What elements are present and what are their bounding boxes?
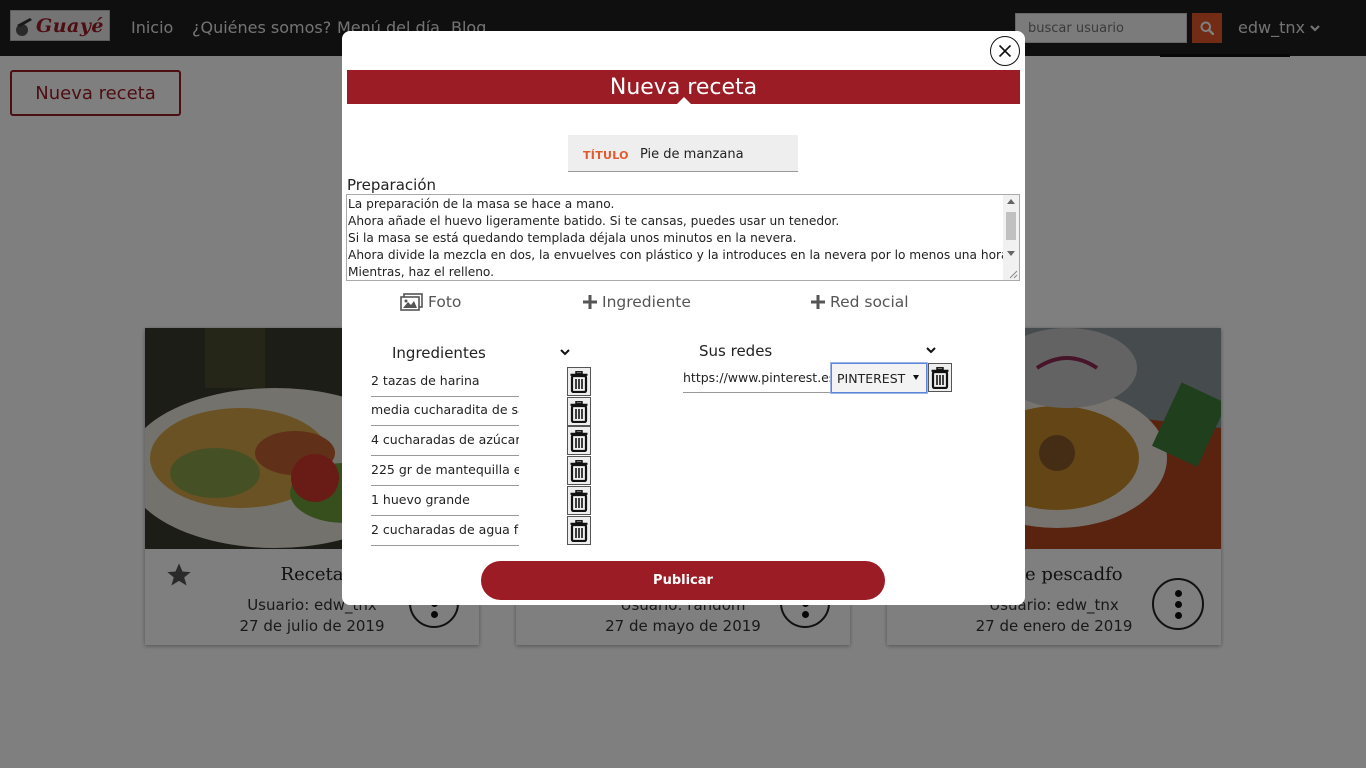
close-icon	[998, 44, 1012, 58]
add-ingredient-button[interactable]: Ingrediente	[583, 293, 691, 311]
preparation-line: Si la masa se está quedando templada déj…	[348, 231, 797, 245]
trash-icon	[570, 459, 588, 482]
scroll-down-arrow-icon[interactable]	[1007, 251, 1015, 256]
add-ingredient-label: Ingrediente	[602, 293, 691, 311]
header-notch	[677, 97, 691, 104]
chevron-down-icon[interactable]	[925, 345, 937, 355]
trash-icon	[570, 370, 588, 393]
delete-ingredient-button[interactable]	[567, 426, 591, 455]
trash-icon	[570, 489, 588, 512]
ingredient-item[interactable]: 2 tazas de harina	[371, 368, 519, 397]
social-url-input[interactable]: https://www.pinterest.es/	[683, 364, 831, 393]
ingredient-item[interactable]: 225 gr de mantequilla en	[371, 457, 519, 486]
scroll-up-arrow-icon[interactable]	[1007, 199, 1015, 204]
title-field[interactable]: TÍTULO	[568, 135, 798, 172]
scroll-thumb[interactable]	[1006, 212, 1016, 240]
social-network-select[interactable]: PINTEREST	[831, 363, 927, 393]
close-modal-button[interactable]	[990, 36, 1020, 66]
preparation-line: La preparación de la masa se hace a mano…	[348, 197, 615, 211]
preparation-label: Preparación	[347, 176, 437, 194]
title-input[interactable]	[640, 144, 790, 164]
ingredient-item[interactable]: media cucharadita de sal	[371, 397, 519, 426]
add-social-label: Red social	[830, 293, 909, 311]
delete-social-button[interactable]	[928, 363, 952, 392]
add-photo-button[interactable]: Foto	[400, 293, 461, 311]
trash-icon	[570, 400, 588, 423]
textarea-scrollbar[interactable]	[1003, 195, 1019, 280]
preparation-textarea[interactable]: La preparación de la masa se hace a mano…	[346, 194, 1020, 281]
ingredient-item[interactable]: 4 cucharadas de azúcar	[371, 427, 519, 456]
delete-ingredient-button[interactable]	[567, 367, 591, 396]
add-social-button[interactable]: Red social	[811, 293, 909, 311]
plus-icon	[583, 295, 597, 309]
trash-icon	[570, 519, 588, 542]
preparation-line: Ahora añade el huevo ligeramente batido.…	[348, 214, 840, 228]
delete-ingredient-button[interactable]	[567, 516, 591, 545]
ingredient-item[interactable]: 2 cucharadas de agua fría	[371, 517, 519, 546]
publish-button[interactable]: Publicar	[481, 561, 885, 600]
trash-icon	[931, 366, 949, 389]
new-recipe-modal: Nueva receta TÍTULO Preparación La prepa…	[342, 31, 1025, 605]
ingredient-item[interactable]: 1 huevo grande	[371, 487, 519, 516]
add-photo-label: Foto	[428, 293, 462, 311]
preparation-line: Mientras, haz el relleno.	[348, 265, 495, 279]
ingredients-heading: Ingredientes	[392, 344, 486, 362]
social-network-value: PINTEREST	[837, 370, 906, 386]
delete-ingredient-button[interactable]	[567, 397, 591, 426]
resize-grip-icon[interactable]	[1009, 270, 1018, 279]
delete-ingredient-button[interactable]	[567, 456, 591, 485]
social-heading: Sus redes	[699, 342, 773, 360]
images-icon	[400, 293, 423, 311]
dropdown-arrow-icon	[913, 375, 919, 380]
preparation-line: Ahora divide la mezcla en dos, la envuel…	[348, 248, 1013, 262]
chevron-down-icon[interactable]	[559, 347, 571, 357]
trash-icon	[570, 429, 588, 452]
title-label: TÍTULO	[583, 149, 629, 162]
plus-icon	[811, 295, 825, 309]
delete-ingredient-button[interactable]	[567, 486, 591, 515]
